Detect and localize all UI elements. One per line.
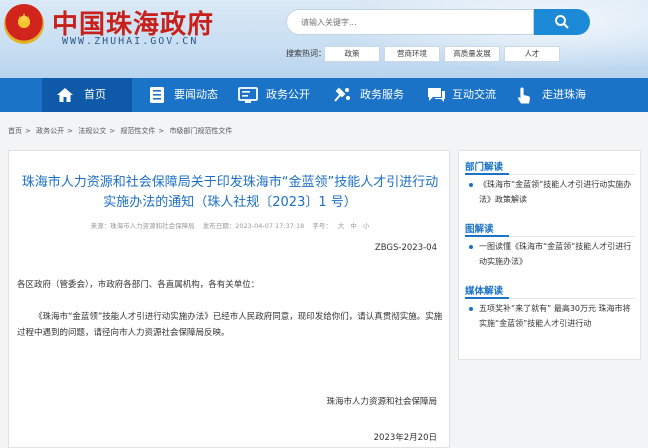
hot-words-label: 搜索热词： (286, 49, 326, 58)
nav-label: 政务服务 (360, 88, 404, 101)
public-info-icon (238, 87, 258, 103)
breadcrumb-item[interactable]: 规范性文件 (120, 127, 155, 135)
nav-label: 互动交流 (452, 88, 496, 101)
breadcrumb: 首页 > 政务公开 > 法规公文 > 规范性文件 > 市级部门规范性文件 (8, 126, 235, 136)
sidebar-link[interactable]: 《珠海市“金蓝领”技能人才引进行动实施办法》政策解读 (467, 177, 635, 207)
section-title-dept: 部门解读 (465, 162, 504, 173)
breadcrumb-separator: > (25, 127, 31, 135)
nav-label: 走进珠海 (542, 88, 586, 101)
service-icon (334, 87, 350, 102)
document-number: ZBGS-2023-04 (374, 243, 437, 253)
breadcrumb-separator: > (158, 127, 165, 135)
bullet-icon (469, 245, 473, 249)
bullet-icon (469, 307, 473, 311)
national-emblem-icon: ★ (4, 4, 44, 44)
article-title: 珠海市人力资源和社会保障局关于印发珠海市“金蓝领”技能人才引进行动实施办法的通知… (21, 175, 439, 210)
main-nav: 首页 要闻动态 政务公开 政务服务 互动交流 走进珠海 (0, 78, 648, 112)
article-body: 《珠海市“金蓝领”技能人才引进行动实施办法》已经市人民政府同意，现印发给你们，请… (17, 312, 443, 338)
breadcrumb-item[interactable]: 市级部门规范性文件 (169, 127, 232, 135)
breadcrumb-separator: > (67, 127, 73, 135)
news-icon (150, 87, 164, 103)
search-box (286, 9, 534, 35)
breadcrumb-item[interactable]: 首页 (8, 127, 22, 135)
breadcrumb-item[interactable]: 政务公开 (36, 127, 64, 135)
sidebar-link[interactable]: 一图读懂《珠海市“金蓝领”技能人才引进行动实施办法》 (467, 239, 635, 269)
nav-label: 政务公开 (266, 88, 310, 101)
article-publish-time: 发布日期：2023-04-07 17:37:18 (202, 222, 305, 230)
section-divider (465, 173, 635, 175)
site-domain: WWW.ZHUHAI.GOV.CN (62, 36, 199, 47)
nav-item-service[interactable]: 政务服务 (328, 78, 420, 112)
font-size-medium[interactable]: 中 (350, 222, 357, 230)
nav-item-interaction[interactable]: 互动交流 (422, 78, 512, 112)
font-size-small[interactable]: 小 (363, 222, 370, 230)
nav-label: 要闻动态 (174, 88, 218, 101)
hot-word-tag[interactable]: 高质量发展 (444, 46, 500, 62)
article-signer: 珠海市人力资源和社会保障局 (326, 397, 437, 407)
section-divider (465, 297, 635, 299)
search-icon (555, 15, 569, 29)
sidebar-link-text: 五项奖补“来了就有” 最高30万元 珠海市将实施“金蓝领”技能人才引进行动 (479, 304, 631, 328)
nav-item-public-info[interactable]: 政务公开 (232, 78, 324, 112)
search-button[interactable] (534, 9, 590, 35)
nav-label: 首页 (84, 88, 106, 101)
section-divider (465, 235, 635, 237)
bullet-icon (469, 183, 473, 187)
sidebar-link-text: 《珠海市“金蓝领”技能人才引进行动实施办法》政策解读 (479, 180, 632, 204)
font-size-large[interactable]: 大 (338, 222, 345, 230)
search-input[interactable] (287, 10, 527, 35)
hot-word-tag[interactable]: 人才 (504, 46, 560, 62)
article-addressee: 各区政府（管委会），市政府各部门、各直属机构，各有关单位： (17, 280, 260, 290)
article-panel: 珠海市人力资源和社会保障局关于印发珠海市“金蓝领”技能人才引进行动实施办法的通知… (8, 150, 450, 448)
interpretation-sidebar: 部门解读 《珠海市“金蓝领”技能人才引进行动实施办法》政策解读 图解读 一图读懂… (458, 150, 641, 360)
hot-word-tag[interactable]: 政策 (324, 46, 380, 62)
nav-item-about-zhuhai[interactable]: 走进珠海 (512, 78, 608, 112)
home-icon (57, 88, 73, 102)
article-date: 2023年2月20日 (373, 433, 437, 443)
nav-item-home[interactable]: 首页 (42, 78, 132, 112)
article-meta: 来源：珠海市人力资源和社会保障局 发布日期：2023-04-07 17:37:1… (9, 220, 451, 230)
section-title-media: 媒体解读 (465, 286, 504, 297)
hot-word-tag[interactable]: 营商环境 (384, 46, 440, 62)
nav-item-news[interactable]: 要闻动态 (140, 78, 226, 112)
site-header: ★ 中国珠海政府 WWW.ZHUHAI.GOV.CN 搜索热词： 政策 营商环境… (0, 0, 648, 78)
font-size-label: 字号： (312, 222, 332, 230)
sidebar-link[interactable]: 五项奖补“来了就有” 最高30万元 珠海市将实施“金蓝领”技能人才引进行动 (467, 301, 635, 331)
section-title-graphic: 图解读 (465, 224, 494, 235)
chat-icon (428, 88, 445, 102)
breadcrumb-item[interactable]: 法规公文 (78, 127, 106, 135)
hand-pointer-icon (517, 87, 530, 104)
sidebar-link-text: 一图读懂《珠海市“金蓝领”技能人才引进行动实施办法》 (479, 242, 632, 266)
article-source: 来源：珠海市人力资源和社会保障局 (90, 222, 195, 230)
breadcrumb-separator: > (109, 127, 116, 135)
